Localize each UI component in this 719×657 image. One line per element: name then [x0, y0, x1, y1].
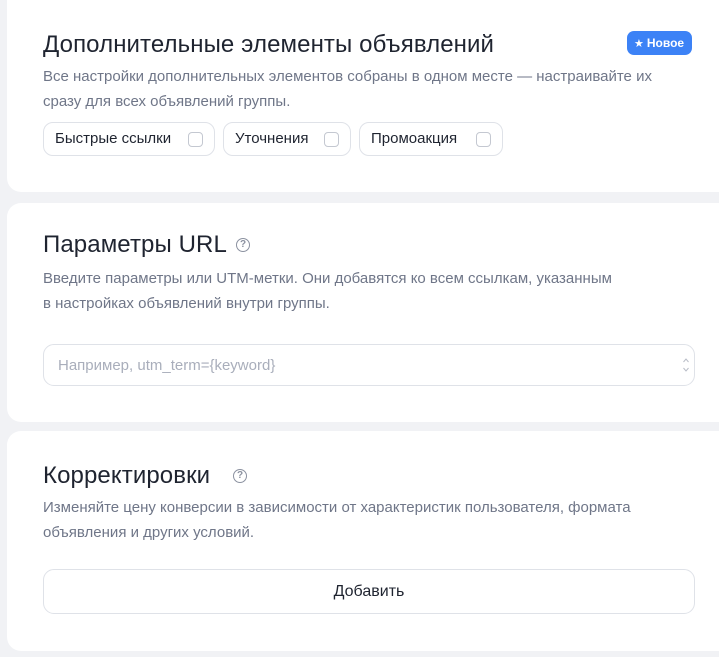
resize-handle-icon[interactable] [682, 353, 690, 377]
chip-quick-links[interactable]: Быстрые ссылки [43, 122, 215, 156]
chip-callouts[interactable]: Уточнения [223, 122, 351, 156]
star-icon: ★ [634, 38, 644, 50]
adjustments-title: Корректировки [43, 462, 211, 489]
url-params-description: Введите параметры или UTM-метки. Они доб… [43, 266, 683, 316]
adjustments-description: Изменяйте цену конверсии в зависимости о… [43, 495, 683, 545]
promo-checkbox[interactable] [476, 132, 491, 147]
extras-card: Дополнительные элементы объявлений ★ Ново… [7, 0, 719, 192]
adjustments-card: Корректировки ? Изменяйте цену конверсии… [7, 431, 719, 651]
adjustments-description-line1: Изменяйте цену конверсии в зависимости о… [43, 499, 631, 516]
url-params-description-line2: в настройках объявлений внутри группы. [43, 295, 330, 312]
chip-quick-links-label: Быстрые ссылки [55, 130, 172, 147]
chip-promo-label: Промоакция [371, 130, 458, 147]
url-params-description-line1: Введите параметры или UTM-метки. Они доб… [43, 270, 612, 287]
extras-description: Все настройки дополнительных элементов с… [43, 68, 652, 110]
new-badge-label: Новое [646, 36, 685, 50]
url-params-card: Параметры URL ? Введите параметры или UT… [7, 203, 719, 422]
extras-title: Дополнительные элементы объявлений [43, 31, 495, 58]
new-badge: ★ Новое [627, 31, 693, 55]
url-params-title: Параметры URL [43, 231, 227, 258]
question-circle-icon[interactable]: ? [233, 469, 247, 483]
adjustments-description-line2: объявления и других условий. [43, 524, 255, 541]
quick-links-checkbox[interactable] [188, 132, 203, 147]
chip-callouts-label: Уточнения [235, 130, 309, 147]
add-adjustment-button[interactable]: Добавить [43, 569, 695, 614]
url-params-input[interactable] [43, 344, 695, 386]
chip-promo[interactable]: Промоакция [359, 122, 503, 156]
question-circle-icon[interactable]: ? [236, 238, 250, 252]
callouts-checkbox[interactable] [324, 132, 339, 147]
